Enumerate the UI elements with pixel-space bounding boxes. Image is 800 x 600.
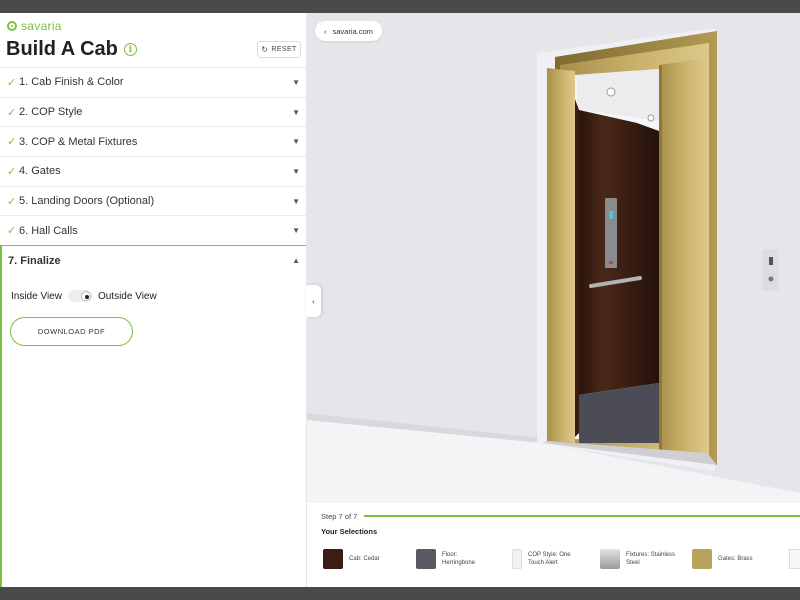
view-toggle[interactable] (67, 290, 92, 302)
cab-3d-viewer[interactable]: ‹ savaria.com (307, 13, 800, 503)
step-cop-fixtures[interactable]: ✓ 3. COP & Metal Fixtures ▼ (0, 126, 306, 156)
selection-floor: Floor: Herringbone (416, 549, 496, 569)
selection-label: Cab: Cedar (349, 556, 380, 562)
stainless-swatch (600, 549, 620, 569)
selection-label: COP Style: One Touch Alert (528, 552, 571, 566)
selections-footer: Step 7 of 7 Your Selections Cab: Cedar F… (307, 503, 800, 587)
reset-icon: ↻ (261, 45, 269, 54)
check-icon: ✓ (7, 225, 17, 238)
selections-title: Your Selections (321, 527, 378, 536)
chevron-left-icon: ‹ (312, 296, 315, 306)
step-cab-finish[interactable]: ✓ 1. Cab Finish & Color ▼ (0, 67, 306, 97)
cop-panel (605, 198, 617, 268)
step-label: 5. Landing Doors (Optional) (19, 195, 155, 208)
top-bar (0, 0, 800, 13)
step-list: ✓ 1. Cab Finish & Color ▼ ✓ 2. COP Style… (0, 67, 306, 276)
chevron-down-icon: ▼ (292, 196, 300, 206)
step-cop-style[interactable]: ✓ 2. COP Style ▼ (0, 96, 306, 127)
hall-call-station (762, 249, 778, 291)
outside-view-label[interactable]: Outside View (98, 291, 157, 302)
step-landing-doors[interactable]: ✓ 5. Landing Doors (Optional) ▼ (0, 185, 306, 216)
left-door-panel (547, 68, 575, 443)
reset-button[interactable]: ↻ RESET (257, 41, 301, 58)
right-door-panel (659, 58, 707, 463)
info-icon[interactable]: i (123, 43, 137, 56)
savaria-logo[interactable]: savaria (7, 19, 62, 33)
selection-label: Fixtures: Stainless Steel (626, 552, 676, 566)
page-title-text: Build A Cab (6, 38, 118, 60)
step-label: 6. Hall Calls (19, 224, 78, 237)
cab-wood-wall (579, 110, 659, 395)
herringbone-swatch (416, 549, 436, 569)
selection-overflow (789, 549, 800, 569)
step-label: 7. Finalize (8, 254, 61, 267)
back-to-savaria-link[interactable]: ‹ savaria.com (315, 21, 382, 41)
inside-view-label[interactable]: Inside View (11, 291, 62, 302)
cedar-swatch (323, 549, 343, 569)
step-finalize[interactable]: 7. Finalize ▲ (0, 245, 306, 276)
collapse-sidebar-button[interactable]: ‹ (306, 285, 321, 317)
chevron-up-icon: ▲ (292, 256, 300, 266)
step-label: 1. Cab Finish & Color (19, 76, 124, 89)
progress-bar (364, 515, 800, 517)
check-icon: ✓ (7, 195, 17, 208)
check-icon: ✓ (7, 136, 17, 149)
selection-gates: Gates: Brass (692, 549, 753, 569)
step-indicator: Step 7 of 7 (321, 512, 358, 521)
chevron-down-icon: ▼ (292, 137, 300, 147)
step-hall-calls[interactable]: ✓ 6. Hall Calls ▼ (0, 215, 306, 245)
page-title: Build A Cab i (6, 38, 137, 61)
view-toggle-row: Inside View Outside View (11, 290, 157, 302)
step-label: 4. Gates (19, 165, 61, 178)
back-link-text: savaria.com (332, 26, 373, 36)
chevron-left-icon: ‹ (324, 26, 327, 36)
download-pdf-button[interactable]: DOWNLOAD PDF (10, 317, 133, 346)
check-icon: ✓ (7, 165, 17, 178)
chevron-down-icon: ▼ (292, 226, 300, 236)
selection-cab: Cab: Cedar (323, 549, 380, 569)
cop-style-swatch (512, 549, 522, 569)
reset-label: RESET (271, 46, 297, 53)
selection-cop-style: COP Style: One Touch Alert (512, 549, 592, 569)
elevator-render (307, 28, 800, 503)
chevron-down-icon: ▼ (292, 78, 300, 87)
selection-fixtures: Fixtures: Stainless Steel (600, 549, 690, 569)
selection-label: Floor: Herringbone (442, 552, 476, 566)
savaria-logo-icon (7, 21, 17, 31)
check-icon: ✓ (7, 106, 17, 119)
toggle-knob (80, 291, 91, 301)
chevron-down-icon: ▼ (292, 167, 300, 177)
step-label: 3. COP & Metal Fixtures (19, 135, 138, 148)
brand-name: savaria (21, 19, 62, 33)
selection-label: Gates: Brass (718, 556, 753, 562)
step-label: 2. COP Style (19, 106, 83, 119)
chevron-down-icon: ▼ (292, 107, 300, 117)
bottom-bar (0, 587, 800, 600)
brass-swatch (692, 549, 712, 569)
check-icon: ✓ (7, 76, 17, 89)
step-gates[interactable]: ✓ 4. Gates ▼ (0, 156, 306, 186)
